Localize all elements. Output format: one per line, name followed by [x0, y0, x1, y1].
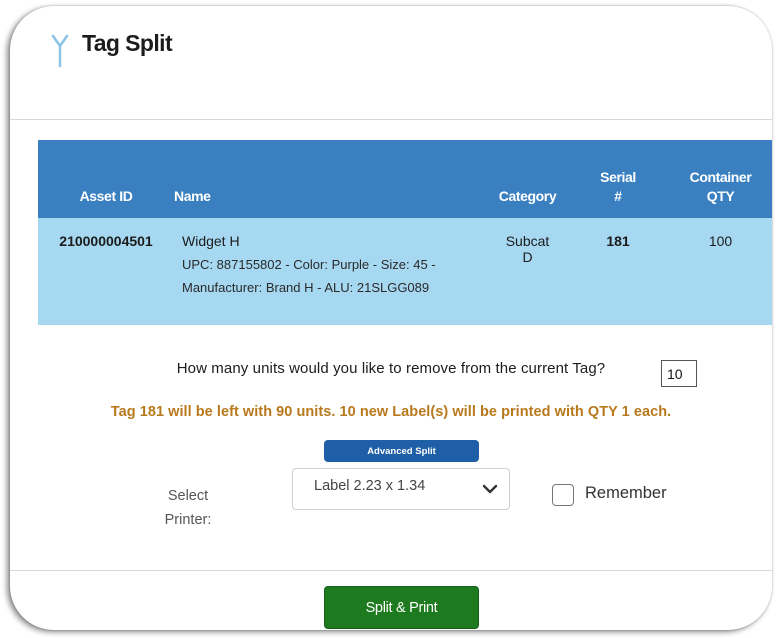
split-notice: Tag 181 will be left with 90 units. 10 n…: [110, 404, 672, 420]
category-line1: Subcat: [505, 233, 550, 249]
chevron-down-icon: [482, 484, 498, 494]
cell-container-qty: 100: [662, 218, 772, 325]
advanced-split-button[interactable]: Advanced Split: [324, 440, 479, 462]
select-printer-label-line2: Printer:: [164, 512, 212, 528]
item-detail: UPC: 887155802 - Color: Purple - Size: 4…: [182, 257, 436, 295]
table-row[interactable]: 210000004501 Widget H UPC: 887155802 - C…: [38, 218, 772, 325]
table-header-row: Asset ID Name Category Serial # Containe…: [38, 140, 772, 218]
select-printer-label: Select Printer:: [158, 484, 218, 532]
split-print-button[interactable]: Split & Print: [324, 586, 479, 629]
col-header-category: Category: [481, 140, 574, 218]
remember-label: Remember: [585, 484, 667, 502]
col-header-name: Name: [174, 140, 481, 218]
asset-table: Asset ID Name Category Serial # Containe…: [38, 140, 772, 325]
tag-split-dialog: Tag Split Asset ID Name Category Serial …: [10, 6, 772, 630]
units-question: How many units would you like to remove …: [10, 360, 772, 377]
dialog-title: Tag Split: [82, 30, 173, 56]
remember-checkbox[interactable]: [552, 484, 574, 506]
tag-split-icon: [51, 34, 69, 68]
printer-select[interactable]: Label 2.23 x 1.34: [292, 468, 510, 510]
col-header-serial: Serial #: [574, 140, 662, 218]
col-header-qty-line1: Container: [689, 169, 752, 185]
item-name: Widget H: [182, 233, 240, 249]
footer-divider: [10, 570, 772, 571]
col-header-asset-id: Asset ID: [38, 140, 174, 218]
cell-category: Subcat D: [481, 218, 574, 325]
dialog-header: Tag Split: [10, 6, 772, 120]
col-header-serial-line2: #: [614, 188, 622, 204]
cell-serial: 181: [574, 218, 662, 325]
units-input[interactable]: [661, 360, 697, 387]
select-printer-label-line1: Select: [167, 488, 209, 504]
units-question-text: How many units would you like to remove …: [176, 360, 606, 377]
cell-name: Widget H UPC: 887155802 - Color: Purple …: [174, 218, 481, 325]
category-line2: D: [522, 249, 533, 265]
cell-asset-id: 210000004501: [38, 218, 174, 325]
col-header-serial-line1: Serial: [600, 169, 636, 185]
col-header-qty-line2: QTY: [706, 188, 735, 204]
col-header-container-qty: Container QTY: [662, 140, 772, 218]
printer-select-value: Label 2.23 x 1.34: [314, 478, 426, 494]
